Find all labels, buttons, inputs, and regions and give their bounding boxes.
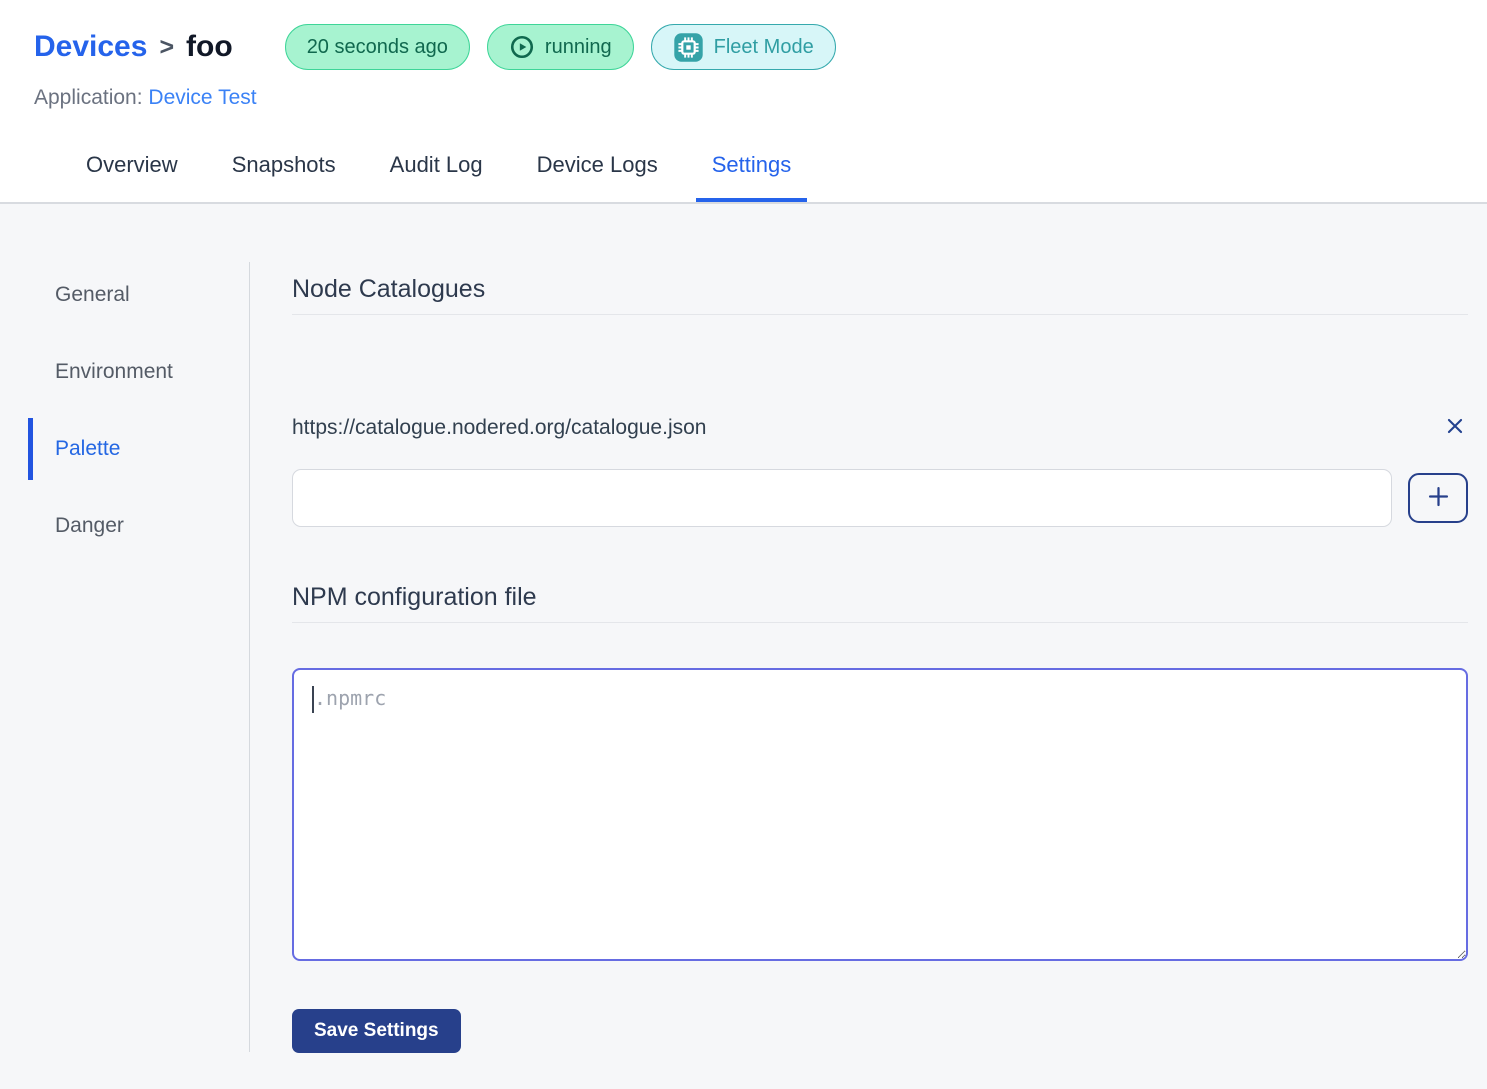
- sidebar-item-environment[interactable]: Environment: [0, 359, 249, 385]
- catalogue-entry-row: https://catalogue.nodered.org/catalogue.…: [292, 413, 1468, 442]
- active-indicator: [28, 418, 33, 480]
- fleet-mode-badge: Fleet Mode: [651, 24, 836, 70]
- section-divider: [292, 314, 1468, 315]
- npm-config-textarea[interactable]: [292, 668, 1468, 961]
- breadcrumb-devices-link[interactable]: Devices: [34, 30, 147, 64]
- tab-audit-log[interactable]: Audit Log: [374, 152, 499, 202]
- chevron-right-icon: >: [159, 33, 174, 62]
- page-header: Devices > foo 20 seconds ago running: [0, 0, 1487, 204]
- section-divider: [292, 622, 1468, 623]
- chip-icon: [673, 32, 704, 63]
- npm-config-textarea-wrap: [292, 668, 1468, 961]
- tab-settings[interactable]: Settings: [696, 152, 808, 202]
- breadcrumb: Devices > foo: [34, 30, 233, 64]
- application-link[interactable]: Device Test: [148, 86, 256, 109]
- sidebar-item-palette[interactable]: Palette: [0, 436, 249, 462]
- node-catalogues-title: Node Catalogues: [292, 275, 1468, 304]
- running-status-label: running: [545, 36, 612, 59]
- play-circle-icon: [509, 34, 535, 60]
- sidebar-item-label: Danger: [55, 514, 124, 537]
- sidebar-item-label: Environment: [55, 360, 173, 383]
- last-seen-label: 20 seconds ago: [307, 36, 448, 59]
- close-icon: [1444, 415, 1466, 440]
- settings-content: General Environment Palette Danger Node …: [0, 204, 1487, 1089]
- remove-catalogue-button[interactable]: [1442, 413, 1468, 442]
- last-seen-badge: 20 seconds ago: [285, 24, 470, 70]
- catalogue-url: https://catalogue.nodered.org/catalogue.…: [292, 416, 706, 440]
- palette-settings-panel: Node Catalogues https://catalogue.nodere…: [250, 262, 1487, 1089]
- tab-bar: Overview Snapshots Audit Log Device Logs…: [34, 152, 1487, 202]
- add-catalogue-button[interactable]: [1408, 473, 1468, 523]
- plus-icon: [1425, 483, 1452, 513]
- save-settings-button[interactable]: Save Settings: [292, 1009, 461, 1053]
- npm-config-title: NPM configuration file: [292, 583, 1468, 612]
- sidebar-item-label: General: [55, 283, 130, 306]
- running-status-badge: running: [487, 24, 634, 70]
- breadcrumb-row: Devices > foo 20 seconds ago running: [34, 24, 1487, 70]
- sidebar-item-danger[interactable]: Danger: [0, 513, 249, 539]
- tab-device-logs[interactable]: Device Logs: [521, 152, 674, 202]
- tab-snapshots[interactable]: Snapshots: [216, 152, 352, 202]
- application-label: Application:: [34, 86, 143, 109]
- breadcrumb-device-name: foo: [186, 30, 233, 64]
- text-caret: [312, 686, 314, 713]
- npm-config-section: NPM configuration file: [292, 583, 1468, 961]
- status-badges: 20 seconds ago running: [285, 24, 836, 70]
- fleet-mode-label: Fleet Mode: [714, 36, 814, 59]
- new-catalogue-input[interactable]: [292, 469, 1392, 527]
- add-catalogue-row: [292, 469, 1468, 527]
- application-row: Application: Device Test: [34, 86, 1487, 110]
- settings-sidebar: General Environment Palette Danger: [0, 262, 250, 1052]
- sidebar-item-label: Palette: [55, 437, 120, 460]
- sidebar-item-general[interactable]: General: [0, 282, 249, 308]
- tab-overview[interactable]: Overview: [70, 152, 194, 202]
